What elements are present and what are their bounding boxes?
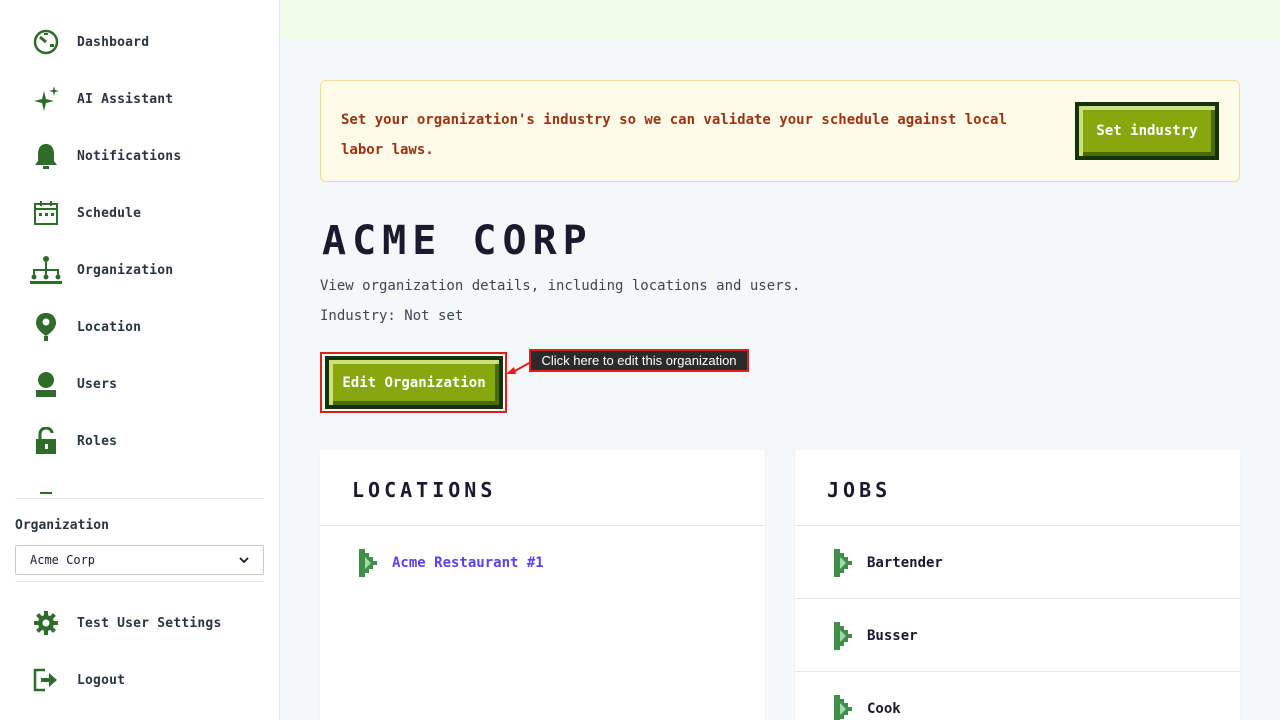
job-label: Bartender	[867, 554, 943, 571]
sidebar: Dashboard AI Assistant Notifications Sch…	[0, 0, 280, 720]
sidebar-item-users[interactable]: Users	[28, 364, 268, 404]
play-icon	[359, 548, 377, 577]
industry-status: Industry: Not set	[320, 308, 464, 324]
edit-tooltip: Click here to edit this organization	[529, 349, 749, 372]
sidebar-item-label: Logout	[77, 672, 126, 688]
sidebar-item-label: Notifications	[77, 148, 182, 164]
jobs-card: JOBS Bartender Busser Cook	[795, 450, 1240, 720]
sidebar-item-label: AI Assistant	[77, 91, 174, 107]
sidebar-item-organization[interactable]: Organization	[28, 250, 268, 290]
locations-title: LOCATIONS	[352, 478, 497, 502]
jobs-title: JOBS	[827, 478, 892, 502]
sidebar-divider	[15, 581, 264, 582]
sidebar-item-label: Users	[77, 376, 118, 392]
sidebar-item-label: Location	[77, 319, 142, 335]
play-icon	[834, 621, 852, 650]
edit-organization-highlight: Edit Organization	[320, 352, 507, 413]
sidebar-item-label: Roles	[77, 433, 118, 449]
user-icon	[28, 369, 64, 399]
sparkle-icon	[28, 84, 64, 114]
job-label: Cook	[867, 700, 901, 717]
sidebar-item-label: Organization	[77, 262, 174, 278]
sidebar-item-notifications[interactable]: Notifications	[28, 136, 268, 176]
bell-icon	[28, 141, 64, 171]
play-icon	[834, 548, 852, 577]
sidebar-nav: Dashboard AI Assistant Notifications Sch…	[0, 0, 279, 494]
clipped-nav-icon	[34, 486, 58, 494]
sidebar-item-schedule[interactable]: Schedule	[28, 193, 268, 233]
organization-label: Organization	[15, 518, 109, 533]
sidebar-item-label: Test User Settings	[77, 615, 222, 631]
sidebar-item-label: Dashboard	[77, 34, 150, 50]
logout-icon	[28, 665, 64, 695]
list-item[interactable]: Busser	[795, 599, 1240, 672]
unlock-icon	[28, 426, 64, 456]
map-pin-icon	[28, 312, 64, 342]
industry-alert-text: Set your organization's industry so we c…	[341, 112, 1007, 158]
top-bar	[281, 0, 1280, 40]
list-item[interactable]: Acme Restaurant #1	[320, 526, 765, 599]
set-industry-button[interactable]: Set industry	[1075, 102, 1219, 160]
locations-card: LOCATIONS Acme Restaurant #1	[320, 450, 765, 720]
sidebar-item-roles[interactable]: Roles	[28, 421, 268, 461]
sidebar-item-label: Schedule	[77, 205, 142, 221]
chevron-down-icon	[239, 553, 249, 567]
organization-select-value: Acme Corp	[30, 553, 96, 567]
page-subtitle: View organization details, including loc…	[320, 278, 801, 294]
page-title: ACME CORP	[322, 218, 593, 264]
location-link[interactable]: Acme Restaurant #1	[392, 555, 544, 571]
dashboard-icon	[28, 27, 64, 57]
sidebar-item-user-settings[interactable]: Test User Settings	[28, 603, 268, 643]
edit-organization-button[interactable]: Edit Organization	[325, 356, 503, 409]
calendar-icon	[28, 198, 64, 228]
sidebar-divider	[15, 498, 264, 499]
sidebar-item-ai-assistant[interactable]: AI Assistant	[28, 79, 268, 119]
org-chart-icon	[28, 255, 64, 285]
sidebar-item-logout[interactable]: Logout	[28, 660, 268, 700]
sidebar-item-dashboard[interactable]: Dashboard	[28, 22, 268, 62]
organization-select[interactable]: Acme Corp	[15, 545, 264, 575]
list-item[interactable]: Cook	[795, 672, 1240, 720]
list-item[interactable]: Bartender	[795, 526, 1240, 599]
gear-icon	[28, 608, 64, 638]
job-label: Busser	[867, 627, 918, 644]
sidebar-item-location[interactable]: Location	[28, 307, 268, 347]
play-icon	[834, 694, 852, 720]
